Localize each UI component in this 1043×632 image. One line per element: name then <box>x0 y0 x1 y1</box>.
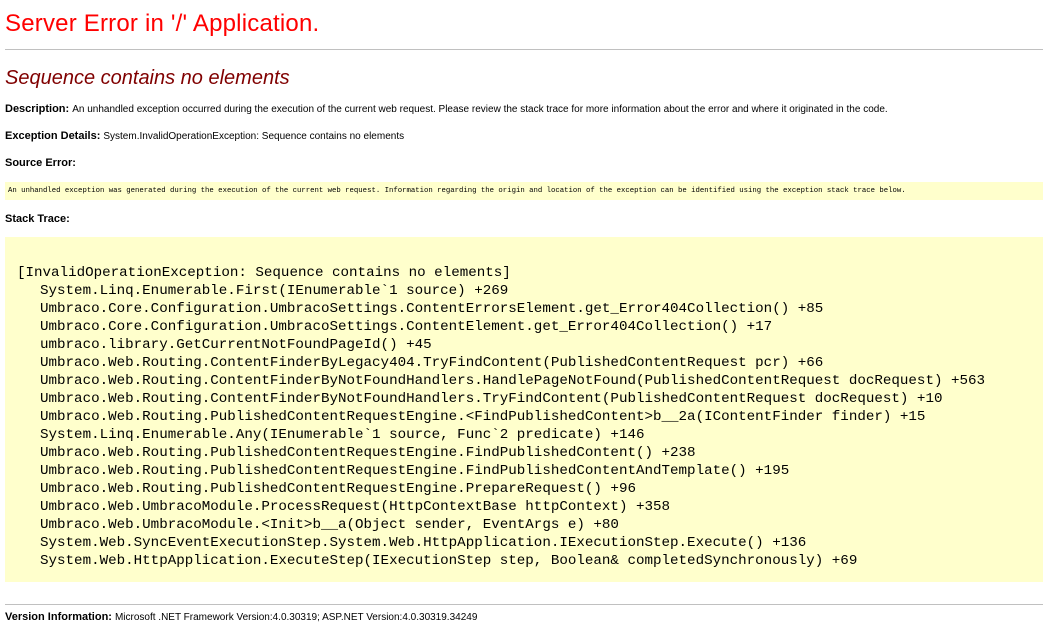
stack-frame: System.Web.SyncEventExecutionStep.System… <box>40 535 807 551</box>
title-divider <box>5 49 1043 50</box>
source-error-label: Source Error: <box>5 157 76 169</box>
stack-frame: Umbraco.Web.Routing.ContentFinderByNotFo… <box>40 373 986 389</box>
stack-frame: Umbraco.Web.Routing.PublishedContentRequ… <box>40 445 696 461</box>
version-information-row: Version Information: Microsoft .NET Frame… <box>5 610 477 625</box>
description-row: Description: An unhandled exception occur… <box>5 102 1043 117</box>
stack-frame: Umbraco.Web.Routing.PublishedContentRequ… <box>40 481 636 497</box>
page-title: Server Error in '/' Application. <box>5 10 320 37</box>
stack-frame: Umbraco.Web.Routing.ContentFinderByLegac… <box>40 355 824 371</box>
version-information-text: Microsoft .NET Framework Version:4.0.303… <box>114 612 478 623</box>
stack-trace-label: Stack Trace: <box>5 213 70 225</box>
stack-frame: Umbraco.Web.Routing.PublishedContentRequ… <box>40 409 926 425</box>
stack-frame: umbraco.library.GetCurrentNotFoundPageId… <box>40 337 432 353</box>
stack-frame: System.Linq.Enumerable.First(IEnumerable… <box>40 283 509 299</box>
stack-frame: Umbraco.Web.Routing.ContentFinderByNotFo… <box>40 391 943 407</box>
footer-divider <box>5 604 1043 605</box>
stack-frame: Umbraco.Core.Configuration.UmbracoSettin… <box>40 319 773 335</box>
stack-frame: Umbraco.Web.UmbracoModule.ProcessRequest… <box>40 499 671 515</box>
error-message: Sequence contains no elements <box>5 67 290 89</box>
exception-details-text: System.InvalidOperationException: Sequen… <box>103 131 405 142</box>
exception-details-label: Exception Details: <box>5 130 101 142</box>
description-text: An unhandled exception occurred during t… <box>72 104 888 115</box>
exception-details-row: Exception Details: System.InvalidOperatio… <box>5 129 1043 144</box>
error-page: Server Error in '/' Application. Sequenc… <box>0 0 1043 582</box>
stack-frame: System.Web.HttpApplication.ExecuteStep(I… <box>40 553 858 569</box>
description-label: Description: <box>5 103 70 115</box>
stack-frame: Umbraco.Core.Configuration.UmbracoSettin… <box>40 301 824 317</box>
source-error-box: An unhandled exception was generated dur… <box>5 182 1043 200</box>
version-information-label: Version Information: <box>5 611 112 623</box>
stack-frame: Umbraco.Web.Routing.PublishedContentRequ… <box>40 463 790 479</box>
stack-trace-box: [InvalidOperationException: Sequence con… <box>5 237 1043 582</box>
stack-trace-header: [InvalidOperationException: Sequence con… <box>17 265 511 281</box>
stack-frame: Umbraco.Web.UmbracoModule.<Init>b__a(Obj… <box>40 517 619 533</box>
stack-frame: System.Linq.Enumerable.Any(IEnumerable`1… <box>40 427 645 443</box>
